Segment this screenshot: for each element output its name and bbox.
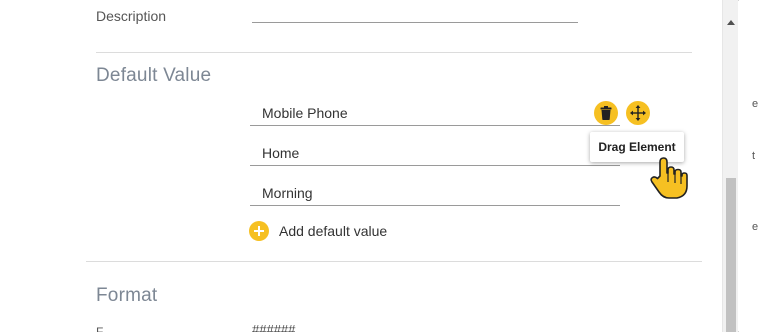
move-arrows-icon xyxy=(630,105,646,121)
background-text-fragment: e xyxy=(752,221,759,233)
background-page-edge xyxy=(739,0,759,332)
scrollbar-thumb[interactable] xyxy=(726,178,736,332)
default-value-title: Default Value xyxy=(96,65,212,86)
background-text-fragment: e xyxy=(752,98,759,110)
add-default-value-button[interactable]: Add default value xyxy=(249,221,387,241)
trash-icon xyxy=(600,106,612,120)
description-label: Description xyxy=(96,8,167,24)
delete-value-button[interactable] xyxy=(594,101,618,125)
vertical-scrollbar[interactable] xyxy=(722,0,738,332)
default-value-text: Morning xyxy=(262,185,313,201)
default-value-field-3[interactable]: Morning xyxy=(250,182,620,206)
format-field-label: F xyxy=(96,325,104,332)
plus-icon xyxy=(249,221,269,241)
scroll-up-arrow-icon[interactable] xyxy=(727,20,735,25)
description-input[interactable] xyxy=(252,22,578,23)
section-divider xyxy=(96,52,692,53)
default-value-text: Home xyxy=(262,145,300,161)
background-text-fragment: t xyxy=(752,150,756,162)
drag-element-button[interactable] xyxy=(626,101,650,125)
default-value-text: Mobile Phone xyxy=(262,105,348,121)
form-panel: Description Default Value Mobile Phone H… xyxy=(0,0,722,332)
default-value-field-2[interactable]: Home xyxy=(250,142,620,166)
hand-pointer-cursor-icon xyxy=(650,157,688,199)
format-title: Format xyxy=(96,285,158,306)
format-value[interactable]: ###### xyxy=(252,322,295,332)
add-default-value-label: Add default value xyxy=(279,223,388,239)
default-value-field-1[interactable]: Mobile Phone xyxy=(250,102,620,126)
section-divider xyxy=(86,261,702,262)
